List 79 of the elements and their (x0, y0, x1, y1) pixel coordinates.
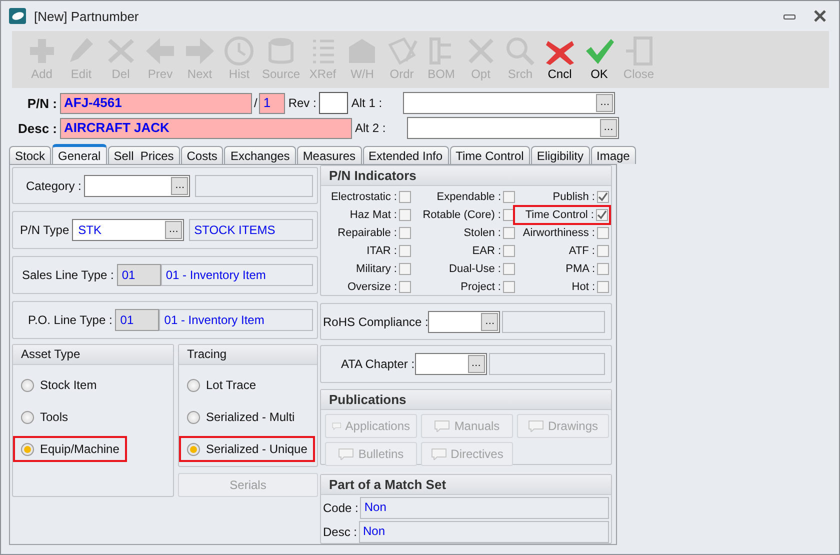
field-label: Rev : (287, 96, 318, 110)
field-label: RoHS Compliance : (323, 314, 428, 329)
radio-option[interactable]: Serialized - Unique (183, 439, 312, 459)
code-field: 01 (115, 309, 160, 331)
suffix-field[interactable]: 1 (259, 92, 286, 114)
field-value: STK (77, 222, 102, 239)
checkbox-label: Military : (356, 263, 397, 275)
group-header: Tracing (179, 345, 317, 365)
alt-field[interactable]: … (407, 117, 619, 139)
category-field[interactable]: … (84, 174, 190, 196)
checkbox-label: Dual-Use : (449, 263, 501, 275)
tab[interactable]: Image (590, 146, 636, 164)
radio-option[interactable]: Lot Trace (183, 375, 260, 395)
browse-button[interactable]: … (468, 355, 485, 374)
field-label: Sales Line Type : (21, 268, 115, 282)
checkbox-label: ITAR : (366, 245, 397, 257)
field-label: Desc : (323, 524, 358, 539)
tab[interactable]: Sell Prices (108, 146, 180, 164)
checkbox-label: EAR : (472, 245, 501, 257)
window-title: [New] Partnumber (34, 8, 140, 24)
field-label: ATA Chapter : (341, 357, 415, 372)
browse-button[interactable]: … (600, 119, 617, 137)
field-label: Code : (323, 500, 358, 515)
checkbox-label: Publish : (552, 191, 595, 203)
checkbox-label: Time Control : (525, 209, 594, 221)
checkbox-label: Hot : (572, 281, 595, 293)
tab[interactable]: Time Control (450, 146, 530, 164)
checkbox-label: ATF : (568, 245, 595, 257)
lookup-field[interactable]: … (428, 310, 500, 333)
radio-option[interactable]: Stock Item (17, 375, 101, 395)
field-label: Category : (25, 178, 82, 192)
lookup-field[interactable]: … (414, 353, 487, 376)
browse-button[interactable]: … (481, 312, 498, 331)
description-field[interactable]: AIRCRAFT JACK (60, 118, 352, 138)
checkbox-label: PMA : (566, 263, 595, 275)
checkbox-label: Project : (460, 281, 501, 293)
checkbox-label: Airworthiness : (522, 227, 595, 239)
tab[interactable]: Costs (180, 146, 224, 164)
tab[interactable]: General (52, 144, 107, 164)
checkbox-label: Stolen : (464, 227, 501, 239)
browse-button[interactable]: … (596, 94, 614, 112)
tab[interactable]: Exchanges (224, 146, 296, 164)
line-type-description: 01 - Inventory Item (160, 264, 313, 286)
readonly-field: Non (359, 520, 609, 543)
alt-field[interactable]: … (403, 92, 616, 114)
separator: / (253, 96, 258, 110)
checkbox-label: Expendable : (436, 191, 501, 203)
checkbox-label: Rotable (Core) : (422, 209, 501, 221)
type-field[interactable]: STK … (72, 219, 184, 241)
group-header: Asset Type (13, 345, 173, 365)
browse-button[interactable]: … (165, 221, 182, 239)
field-label: P.O. Line Type : (27, 313, 114, 327)
radio-option[interactable]: Tools (17, 407, 72, 427)
checkbox-label: Haz Mat : (350, 209, 397, 221)
group-header: P/N Indicators (321, 166, 611, 186)
part-number-field[interactable]: AFJ-4561 (60, 92, 252, 114)
checkbox-label: Repairable : (338, 227, 397, 239)
field-label: P/N : (26, 96, 58, 110)
toolbar-button[interactable]: Cncl (540, 35, 580, 81)
line-type-description: 01 - Inventory Item (159, 309, 313, 331)
field-label: Alt 1 : (350, 96, 384, 110)
readonly-field: Non (360, 496, 609, 519)
code-field: 01 (116, 264, 161, 286)
tab[interactable]: Eligibility (530, 146, 590, 164)
radio-option[interactable]: Equip/Machine (17, 439, 124, 459)
group-header: Part of a Match Set (321, 474, 611, 495)
tab[interactable]: Stock (9, 146, 52, 164)
type-description: STOCK ITEMS (189, 219, 313, 241)
browse-button[interactable]: … (171, 176, 188, 194)
group-header: Publications (321, 390, 611, 410)
tab[interactable]: Extended Info (362, 146, 449, 164)
radio-option[interactable]: Serialized - Multi (183, 407, 299, 427)
field-label: P/N Type (19, 223, 70, 237)
checkbox-label: Electrostatic : (330, 191, 397, 203)
field-label: Desc : (16, 120, 58, 136)
toolbar-button[interactable]: OK (580, 35, 619, 81)
tab[interactable]: Measures (296, 146, 362, 164)
field-label: Alt 2 : (354, 121, 387, 135)
checkbox-label: Oversize : (347, 281, 397, 293)
